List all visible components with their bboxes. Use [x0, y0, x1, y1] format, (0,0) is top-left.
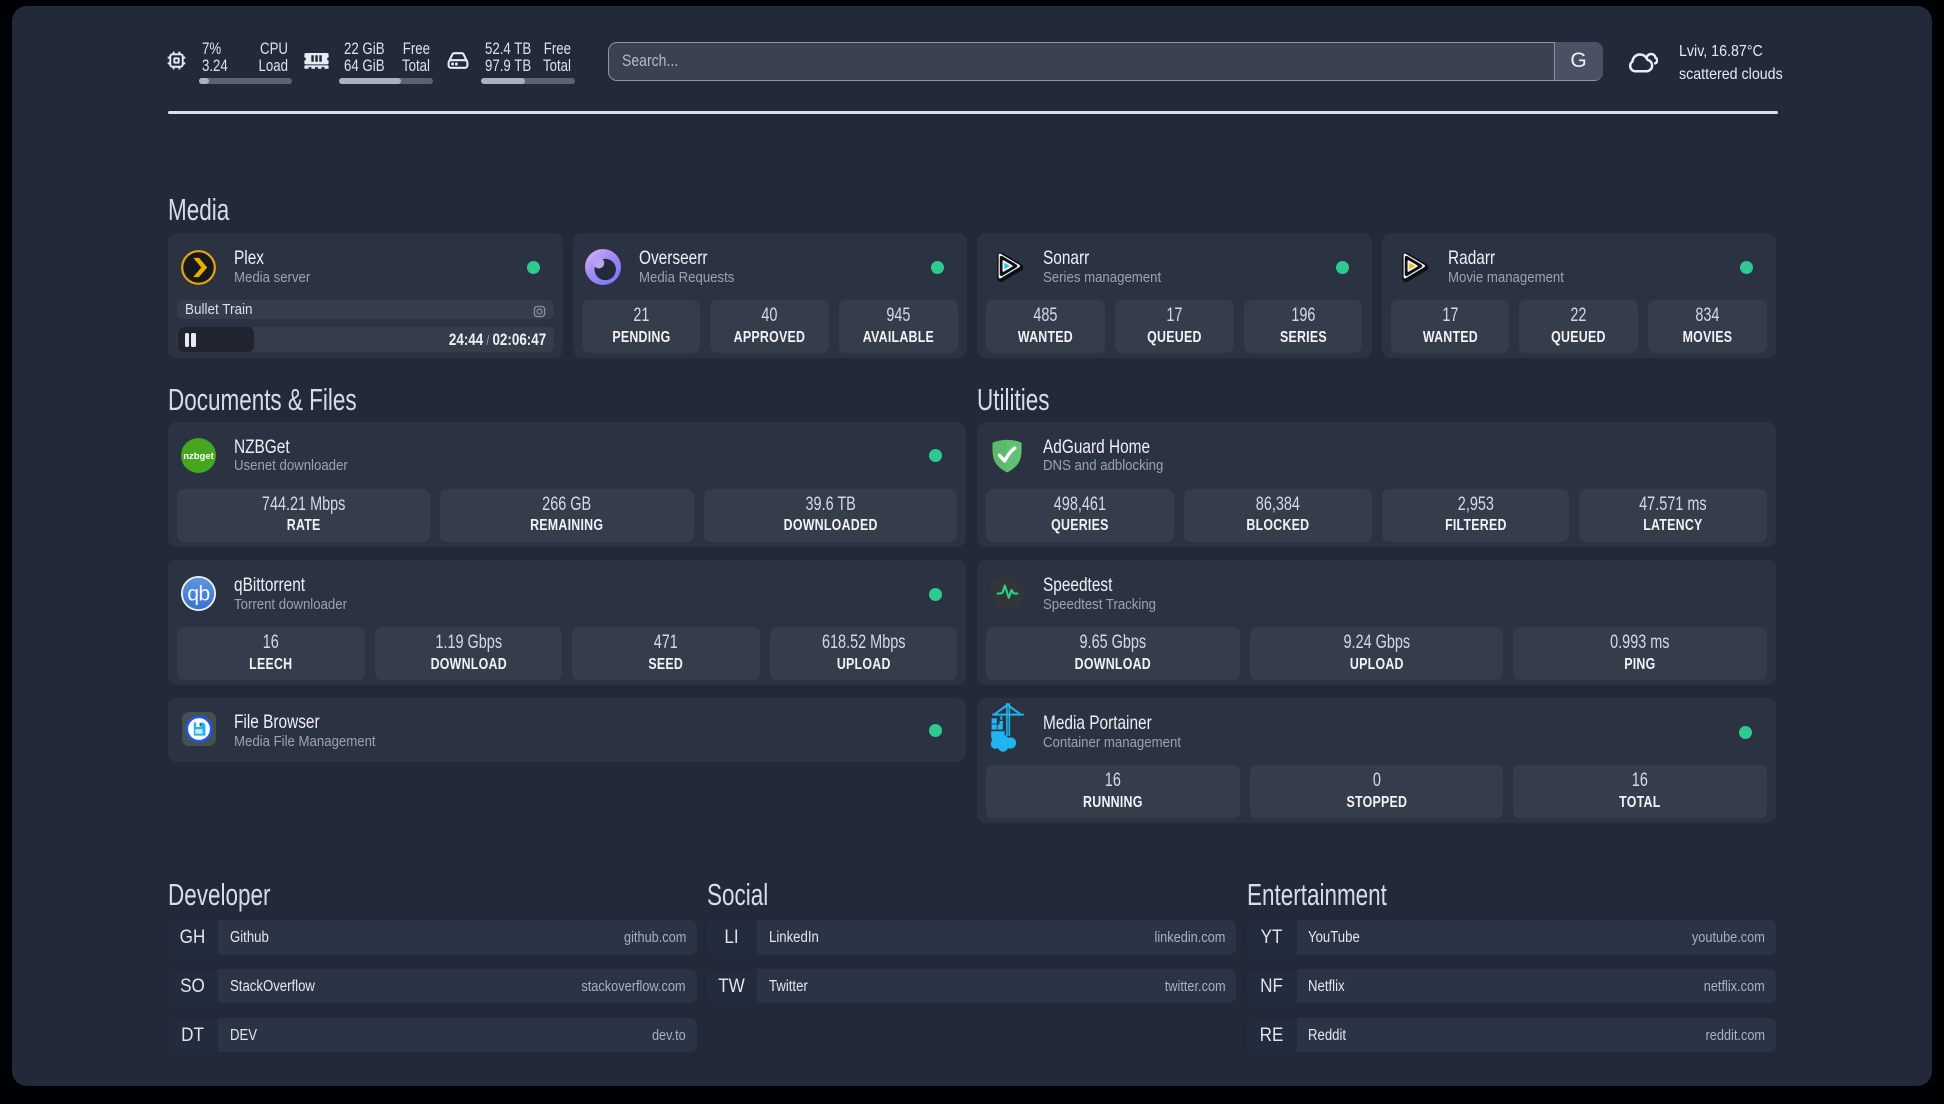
svg-text:qb: qb [187, 583, 209, 606]
svg-text:nzbget: nzbget [183, 451, 214, 462]
